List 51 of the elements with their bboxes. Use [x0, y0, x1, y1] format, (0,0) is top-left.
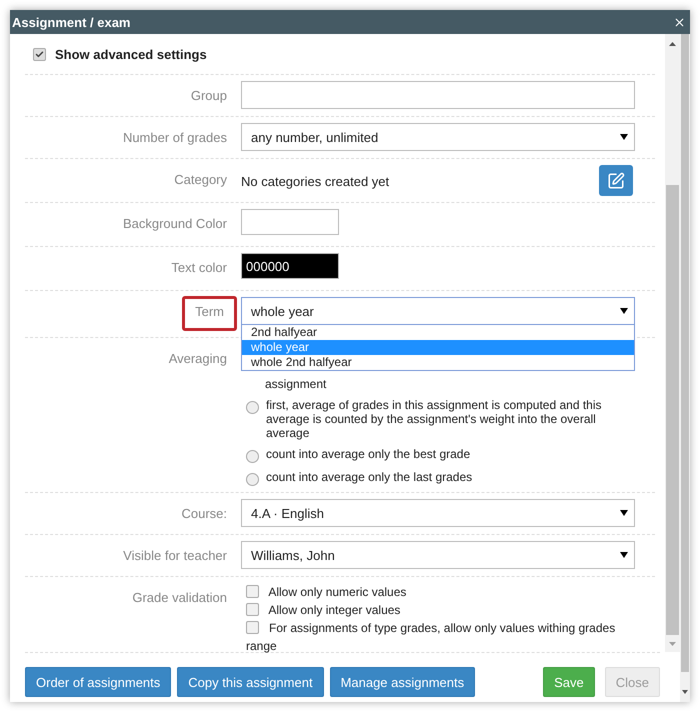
field-label: Category — [174, 172, 227, 187]
color-field[interactable] — [241, 209, 339, 235]
select-value: whole year — [251, 304, 314, 318]
checkbox-label: Show advanced settings — [55, 46, 207, 62]
color-field[interactable]: 000000 — [241, 253, 339, 279]
scrollbar[interactable] — [680, 34, 690, 702]
checkbox[interactable] — [246, 603, 259, 616]
field-label: Text color — [171, 260, 227, 275]
field-label: Grade validation — [132, 590, 227, 605]
select-field[interactable]: 4.A · English — [241, 499, 635, 527]
select-value: any number, unlimited — [251, 130, 378, 144]
category-text: No categories created yet — [241, 173, 390, 189]
checkbox[interactable] — [246, 585, 259, 598]
field-label: Course: — [181, 506, 227, 521]
select-value: Williams, John — [251, 548, 335, 562]
field-label: Term — [182, 296, 237, 331]
radio-label: count into average only the best grade — [266, 447, 470, 461]
action-button[interactable]: Manage assignments — [330, 667, 476, 697]
radio-button[interactable] — [246, 401, 259, 414]
check-icon — [35, 50, 44, 58]
radio-label: assignment — [265, 377, 326, 391]
caret-icon — [620, 552, 628, 558]
edit-icon — [607, 172, 625, 190]
field-label: Background Color — [122, 216, 227, 231]
select-field[interactable]: any number, unlimited — [241, 123, 635, 151]
radio-label: count into average only the last grades — [266, 470, 472, 484]
checkbox-label: For assignments of type grades, allow only values withing grades range — [245, 620, 616, 655]
field-label: Visible for teacher — [123, 548, 227, 563]
close-icon[interactable] — [673, 16, 686, 28]
caret-icon — [620, 510, 628, 516]
checkbox-label: Allow only integer values — [241, 601, 635, 619]
edit-button[interactable] — [599, 165, 633, 196]
caret-icon — [620, 134, 628, 140]
radio-button[interactable] — [246, 450, 259, 463]
field-label: Number of grades — [122, 130, 227, 145]
window-title: Assignment / exam — [12, 14, 130, 30]
field-label: Averaging — [168, 351, 227, 366]
field-label: Group — [190, 88, 227, 103]
checkbox[interactable] — [33, 48, 46, 60]
checkbox-label: Allow only numeric values — [241, 583, 635, 601]
action-button[interactable]: Copy this assignment — [177, 667, 324, 697]
select-value: 4.A · English — [251, 506, 324, 520]
action-button[interactable]: Order of assignments — [25, 667, 172, 697]
select-field[interactable]: whole year — [241, 297, 635, 325]
input-field[interactable] — [241, 81, 635, 109]
checkbox[interactable] — [246, 621, 259, 634]
radio-label: first, average of grades in this assignment is computed and this average is counted by the assignment's weight into the overall average — [266, 398, 603, 440]
caret-icon — [620, 308, 628, 314]
scrollbar[interactable] — [665, 34, 680, 652]
radio-button[interactable] — [246, 473, 259, 486]
select-field[interactable]: Williams, John — [241, 541, 635, 569]
